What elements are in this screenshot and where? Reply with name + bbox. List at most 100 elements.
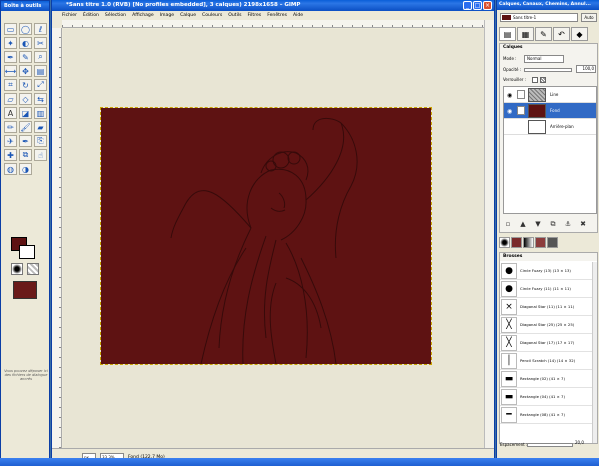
menu-item[interactable]: Fenêtres (267, 11, 287, 20)
tab-patterns[interactable] (511, 237, 522, 248)
tool-bucket-fill[interactable]: ◪ (19, 107, 32, 119)
tool-scale[interactable]: ⤢ (34, 79, 47, 91)
color-swatches[interactable] (11, 237, 37, 261)
active-pattern-preview[interactable] (27, 263, 39, 275)
vertical-ruler[interactable] (52, 28, 62, 448)
brush-row[interactable]: ● Circle Fuzzy (13) (13 × 13) (500, 262, 594, 280)
tool-ellipse-select[interactable]: ◯ (19, 23, 32, 35)
canvas-area[interactable] (63, 29, 484, 448)
tool-align[interactable]: ▤ (34, 65, 47, 77)
menu-item[interactable]: Fichier (62, 11, 77, 20)
menu-item[interactable]: Image (160, 11, 174, 20)
tool-blend[interactable]: ▥ (34, 107, 47, 119)
tab-layers[interactable]: ▤ (499, 27, 516, 41)
brush-row[interactable]: ╳ Diagonal Star (17) (17 × 17) (500, 334, 594, 352)
lock-alpha-toggle[interactable] (540, 77, 546, 83)
tool-rotate[interactable]: ↻ (19, 79, 32, 91)
tab-palettes[interactable] (535, 237, 546, 248)
tool-paths[interactable]: ✒ (4, 51, 17, 63)
opacity-value[interactable]: 100,0 (576, 65, 596, 73)
tool-perspective-clone[interactable]: ⧉ (19, 149, 32, 161)
delete-layer-icon[interactable]: ✖ (578, 219, 588, 229)
tool-dodge-burn[interactable]: ◑ (19, 163, 32, 175)
eye-icon[interactable]: ◉ (507, 92, 512, 99)
tool-shear[interactable]: ▱ (4, 93, 17, 105)
tool-smudge[interactable]: ☝ (34, 149, 47, 161)
brush-row[interactable]: ▬ Rectangle (02) (41 × 7) (500, 370, 594, 388)
menu-item[interactable]: Couleurs (202, 11, 222, 20)
tool-blur[interactable]: ◍ (4, 163, 17, 175)
chain-toggle[interactable] (517, 90, 525, 99)
maximize-button[interactable]: □ (473, 1, 482, 10)
brush-scrollbar[interactable] (592, 262, 597, 443)
brush-row[interactable]: ╳ Diagonal Star (25) (25 × 25) (500, 316, 594, 334)
tool-text[interactable]: A (4, 107, 17, 119)
brush-row[interactable]: │ Pencil Scratch (14) (14 × 32) (500, 352, 594, 370)
menu-item[interactable]: Filtres (248, 11, 262, 20)
tab-fonts[interactable] (547, 237, 558, 248)
tool-heal[interactable]: ✚ (4, 149, 17, 161)
menu-item[interactable]: Aide (293, 11, 303, 20)
new-layer-icon[interactable]: ▫ (503, 219, 513, 229)
close-button[interactable]: × (483, 1, 492, 10)
tab-channels[interactable]: ▦ (517, 27, 534, 41)
lower-layer-icon[interactable]: ▼ (533, 219, 543, 229)
tool-color-picker[interactable]: ✎ (19, 51, 32, 63)
tool-move[interactable]: ✥ (19, 65, 32, 77)
active-image-thumbnail[interactable] (13, 281, 37, 299)
tool-flip[interactable]: ⇆ (34, 93, 47, 105)
tool-paintbrush[interactable]: 🖌 (19, 121, 32, 133)
vertical-scrollbar[interactable] (484, 20, 494, 448)
tool-perspective[interactable]: ◇ (19, 93, 32, 105)
tool-lasso[interactable]: ℓ (34, 23, 47, 35)
tool-ink[interactable]: ✒ (19, 135, 32, 147)
tool-pencil[interactable]: ✏ (4, 121, 17, 133)
tool-measure[interactable]: ⟷ (4, 65, 17, 77)
mode-select[interactable]: Normal (524, 55, 564, 63)
menu-item[interactable]: Outils (228, 11, 241, 20)
layer-row[interactable]: Arrière-plan (504, 119, 596, 135)
brush-row[interactable]: × Diagonal Star (11) (11 × 11) (500, 298, 594, 316)
horizontal-ruler[interactable] (62, 20, 484, 28)
active-brush-preview[interactable] (11, 263, 23, 275)
tool-zoom[interactable]: ⌕ (34, 51, 47, 63)
image-canvas[interactable] (100, 107, 432, 365)
brush-row[interactable]: ━ Rectangle (08) (41 × 7) (500, 406, 594, 424)
tab-brushes[interactable] (499, 237, 510, 248)
chain-toggle[interactable] (517, 106, 525, 115)
tool-clone[interactable]: ⎘ (34, 135, 47, 147)
raise-layer-icon[interactable]: ▲ (518, 219, 528, 229)
tool-rect-select[interactable]: ▭ (4, 23, 17, 35)
menu-item[interactable]: Édition (83, 11, 99, 20)
lock-pixels-toggle[interactable] (532, 77, 538, 83)
background-color[interactable] (19, 245, 35, 259)
image-selector-label: Sans titre-1 (513, 15, 537, 20)
brush-row[interactable]: ▬ Rectangle (04) (41 × 7) (500, 388, 594, 406)
layer-row[interactable]: ◉ Line (504, 87, 596, 103)
layer-list: ◉ Line ◉ Fond Arrière-plan (503, 86, 597, 214)
menu-item[interactable]: Calque (180, 11, 196, 20)
tool-scissors[interactable]: ✂ (34, 37, 47, 49)
tool-eraser[interactable]: ▰ (34, 121, 47, 133)
menu-item[interactable]: Affichage (132, 11, 154, 20)
minimize-button[interactable]: _ (463, 1, 472, 10)
opacity-slider[interactable] (524, 68, 572, 72)
auto-button[interactable]: Auto (581, 13, 597, 22)
tool-fuzzy-select[interactable]: ✦ (4, 37, 17, 49)
anchor-layer-icon[interactable]: ⚓ (563, 219, 573, 229)
tool-color-select[interactable]: ◐ (19, 37, 32, 49)
image-selector[interactable]: Sans titre-1 (500, 13, 578, 22)
tool-airbrush[interactable]: ✈ (4, 135, 17, 147)
spacing-slider[interactable] (527, 443, 573, 447)
tab-colormap[interactable]: ◆ (571, 27, 588, 41)
brush-name: Diagonal Star (11) (11 × 11) (520, 304, 575, 309)
duplicate-layer-icon[interactable]: ⧉ (548, 219, 558, 229)
tab-undo[interactable]: ↶ (553, 27, 570, 41)
layer-row-selected[interactable]: ◉ Fond (504, 103, 596, 119)
tool-crop[interactable]: ⌗ (4, 79, 17, 91)
tab-paths[interactable]: ✎ (535, 27, 552, 41)
brush-row[interactable]: ● Circle Fuzzy (11) (11 × 11) (500, 280, 594, 298)
tab-gradients[interactable] (523, 237, 534, 248)
menu-item[interactable]: Sélection (105, 11, 126, 20)
eye-icon[interactable]: ◉ (507, 108, 512, 115)
